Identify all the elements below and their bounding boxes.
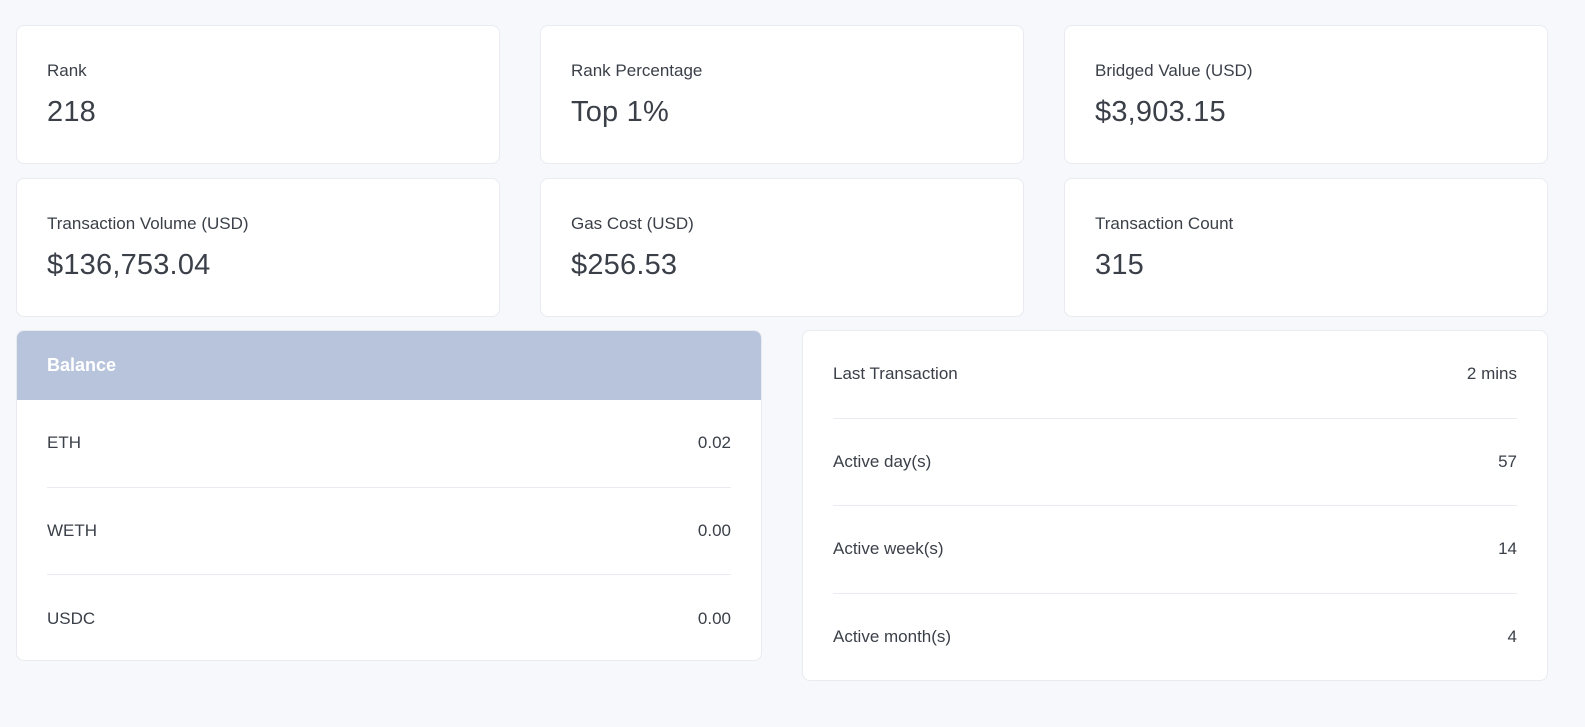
stat-label: Bridged Value (USD) xyxy=(1095,61,1253,80)
stat-value: $136,753.04 xyxy=(47,249,211,281)
stat-value: 315 xyxy=(1095,249,1144,281)
stat-card-rank-percentage: Rank Percentage Top 1% xyxy=(540,25,1024,164)
activity-label: Active month(s) xyxy=(833,627,952,647)
stat-label: Transaction Count xyxy=(1095,214,1234,233)
balance-row-weth: WETH 0.00 xyxy=(47,488,731,575)
activity-value: 2 mins xyxy=(1466,364,1517,384)
stat-card-transaction-volume: Transaction Volume (USD) $136,753.04 xyxy=(16,178,500,317)
stat-value: Top 1% xyxy=(571,96,669,128)
stat-label: Gas Cost (USD) xyxy=(571,214,694,233)
activity-row-active-days: Active day(s) 57 xyxy=(833,419,1517,506)
token-amount: 0.00 xyxy=(697,608,731,628)
activity-value: 4 xyxy=(1507,627,1517,647)
activity-row-active-months: Active month(s) 4 xyxy=(833,594,1517,682)
token-name: ETH xyxy=(47,433,81,453)
activity-row-last-transaction: Last Transaction 2 mins xyxy=(833,331,1517,419)
activity-label: Last Transaction xyxy=(833,364,958,384)
balance-card: Balance ETH 0.02 WETH 0.00 USDC 0.00 xyxy=(16,330,762,661)
balance-row-eth: ETH 0.02 xyxy=(47,400,731,488)
activity-label: Active day(s) xyxy=(833,451,932,471)
balance-row-usdc: USDC 0.00 xyxy=(47,575,731,660)
stat-value: $256.53 xyxy=(571,249,678,281)
activity-label: Active week(s) xyxy=(833,539,944,559)
stat-card-transaction-count: Transaction Count 315 xyxy=(1064,178,1548,317)
stat-card-gas-cost: Gas Cost (USD) $256.53 xyxy=(540,178,1024,317)
token-name: USDC xyxy=(47,608,96,628)
stat-card-bridged-value: Bridged Value (USD) $3,903.15 xyxy=(1064,25,1548,164)
balance-header: Balance xyxy=(17,331,761,400)
stat-card-rank: Rank 218 xyxy=(16,25,500,164)
token-amount: 0.00 xyxy=(697,520,731,540)
stat-label: Transaction Volume (USD) xyxy=(47,214,249,233)
token-name: WETH xyxy=(47,520,98,540)
activity-row-active-weeks: Active week(s) 14 xyxy=(833,506,1517,594)
activity-value: 57 xyxy=(1498,451,1517,471)
activity-value: 14 xyxy=(1498,539,1517,559)
wallet-stats-dashboard: Rank 218 Rank Percentage Top 1% Bridged … xyxy=(0,0,1585,727)
stat-label: Rank Percentage xyxy=(571,61,703,80)
token-amount: 0.02 xyxy=(697,433,731,453)
activity-card: Last Transaction 2 mins Active day(s) 57… xyxy=(802,330,1548,681)
stat-value: 218 xyxy=(47,96,96,128)
stat-label: Rank xyxy=(47,61,87,80)
stat-value: $3,903.15 xyxy=(1095,96,1226,128)
